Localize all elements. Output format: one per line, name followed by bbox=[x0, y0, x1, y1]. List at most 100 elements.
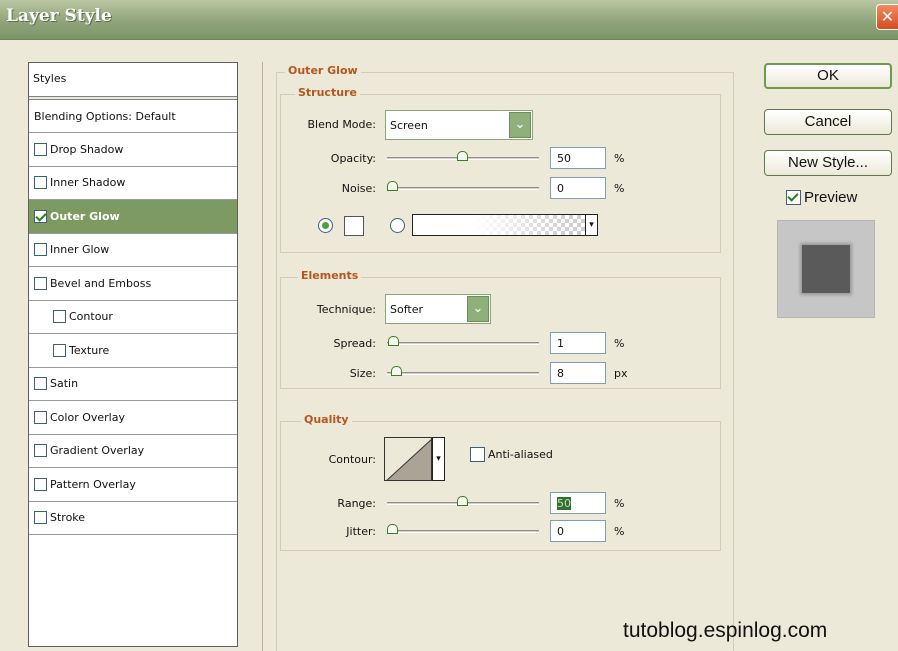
range-slider-thumb[interactable] bbox=[457, 496, 468, 506]
style-item-label: Contour bbox=[69, 310, 113, 324]
spread-value: 1 bbox=[557, 337, 564, 350]
solid-color-radio[interactable] bbox=[318, 218, 333, 233]
jitter-input[interactable]: 0 bbox=[550, 520, 606, 542]
style-item-label: Stroke bbox=[50, 511, 86, 525]
spread-slider-thumb[interactable] bbox=[388, 336, 400, 346]
spread-unit: % bbox=[614, 337, 625, 350]
style-item-label: Bevel and Emboss bbox=[50, 276, 152, 290]
size-slider-track[interactable] bbox=[387, 372, 539, 375]
size-unit: px bbox=[614, 367, 628, 380]
blending-options-item[interactable]: Blending Options: Default bbox=[29, 100, 237, 133]
style-item-contour[interactable]: Contour bbox=[29, 301, 237, 334]
jitter-slider-track[interactable] bbox=[387, 530, 539, 533]
glow-gradient-swatch[interactable] bbox=[412, 214, 586, 236]
noise-input[interactable]: 0 bbox=[550, 177, 606, 199]
size-label: Size: bbox=[349, 367, 376, 380]
opacity-unit: % bbox=[614, 152, 625, 165]
style-items-list: Drop Shadow Inner Shadow Outer Glow Inner G… bbox=[29, 133, 237, 535]
noise-slider-track[interactable] bbox=[387, 187, 539, 190]
noise-unit: % bbox=[614, 182, 625, 195]
range-input[interactable]: 50 bbox=[550, 492, 606, 514]
style-item-inner-glow[interactable]: Inner Glow bbox=[29, 234, 237, 267]
contour-dropdown-icon[interactable]: ▾ bbox=[432, 437, 445, 481]
preview-checkbox[interactable] bbox=[786, 190, 801, 205]
panel-divider bbox=[262, 62, 263, 651]
jitter-slider-thumb[interactable] bbox=[387, 524, 398, 534]
style-item-bevel-and-emboss[interactable]: Bevel and Emboss bbox=[29, 267, 237, 301]
style-item-color-overlay[interactable]: Color Overlay bbox=[29, 401, 237, 435]
style-checkbox[interactable] bbox=[34, 243, 47, 257]
anti-aliased-label: Anti-aliased bbox=[488, 448, 553, 461]
style-checkbox[interactable] bbox=[34, 511, 47, 525]
spread-label: Spread: bbox=[333, 337, 376, 350]
title-bar[interactable]: Layer Style ✕ bbox=[0, 0, 898, 40]
spread-slider-track[interactable] bbox=[387, 342, 539, 345]
style-item-texture[interactable]: Texture bbox=[29, 334, 237, 368]
style-item-label: Color Overlay bbox=[50, 410, 125, 424]
elements-title: Elements bbox=[298, 269, 362, 282]
noise-value: 0 bbox=[557, 182, 564, 195]
new-style-button[interactable]: New Style... bbox=[764, 150, 892, 176]
preview-label: Preview bbox=[804, 189, 858, 206]
style-item-stroke[interactable]: Stroke bbox=[29, 502, 237, 535]
anti-aliased-option[interactable]: Anti-aliased bbox=[470, 447, 553, 462]
style-checkbox[interactable] bbox=[53, 310, 66, 324]
style-checkbox[interactable] bbox=[34, 410, 47, 424]
blend-mode-label: Blend Mode: bbox=[307, 118, 377, 131]
technique-label: Technique: bbox=[316, 303, 376, 316]
outer-glow-title: Outer Glow bbox=[285, 64, 361, 77]
quality-title: Quality bbox=[301, 413, 352, 426]
contour-curve-icon bbox=[386, 439, 431, 480]
styles-header[interactable]: Styles bbox=[29, 63, 237, 97]
style-checkbox[interactable] bbox=[34, 377, 47, 391]
size-value: 8 bbox=[557, 367, 564, 380]
style-item-label: Inner Shadow bbox=[50, 176, 126, 190]
jitter-unit: % bbox=[614, 525, 625, 538]
chevron-down-icon[interactable]: ⌄ bbox=[509, 112, 531, 138]
window-title: Layer Style bbox=[6, 6, 112, 26]
style-item-gradient-overlay[interactable]: Gradient Overlay bbox=[29, 435, 237, 468]
preview-square bbox=[802, 245, 850, 293]
style-item-drop-shadow[interactable]: Drop Shadow bbox=[29, 133, 237, 167]
opacity-label: Opacity: bbox=[330, 152, 376, 165]
style-item-label: Texture bbox=[69, 343, 110, 357]
contour-preview[interactable] bbox=[384, 437, 432, 481]
gradient-dropdown-icon[interactable]: ▾ bbox=[585, 214, 598, 236]
technique-select[interactable]: Softer ⌄ bbox=[385, 294, 491, 324]
style-checkbox[interactable] bbox=[34, 444, 47, 458]
style-item-label: Inner Glow bbox=[50, 243, 110, 257]
size-input[interactable]: 8 bbox=[550, 362, 606, 384]
style-checkbox[interactable] bbox=[34, 209, 47, 223]
style-checkbox[interactable] bbox=[34, 276, 47, 290]
noise-slider-thumb[interactable] bbox=[387, 181, 398, 191]
size-slider-thumb[interactable] bbox=[391, 366, 403, 376]
technique-value: Softer bbox=[390, 303, 423, 316]
opacity-slider-thumb[interactable] bbox=[457, 151, 468, 161]
style-item-label: Drop Shadow bbox=[50, 142, 124, 156]
gradient-radio[interactable] bbox=[390, 218, 405, 233]
cancel-button[interactable]: Cancel bbox=[764, 109, 892, 135]
contour-label: Contour: bbox=[328, 453, 376, 466]
style-item-label: Gradient Overlay bbox=[50, 444, 145, 458]
close-icon[interactable]: ✕ bbox=[876, 4, 898, 30]
style-item-pattern-overlay[interactable]: Pattern Overlay bbox=[29, 468, 237, 502]
structure-title: Structure bbox=[295, 86, 360, 99]
style-checkbox[interactable] bbox=[34, 477, 47, 491]
ok-button[interactable]: OK bbox=[764, 63, 892, 89]
style-item-label: Satin bbox=[50, 377, 79, 391]
anti-aliased-checkbox[interactable] bbox=[470, 447, 485, 462]
style-checkbox[interactable] bbox=[34, 176, 47, 190]
opacity-input[interactable]: 50 bbox=[550, 147, 606, 169]
style-item-label: Outer Glow bbox=[50, 209, 120, 223]
spread-input[interactable]: 1 bbox=[550, 332, 606, 354]
glow-color-swatch[interactable] bbox=[344, 216, 364, 236]
chevron-down-icon[interactable]: ⌄ bbox=[467, 296, 489, 322]
blend-mode-select[interactable]: Screen ⌄ bbox=[385, 110, 533, 140]
style-item-inner-shadow[interactable]: Inner Shadow bbox=[29, 167, 237, 200]
preview-option[interactable]: Preview bbox=[786, 189, 857, 206]
style-item-outer-glow[interactable]: Outer Glow bbox=[29, 200, 237, 234]
style-item-satin[interactable]: Satin bbox=[29, 368, 237, 401]
style-checkbox[interactable] bbox=[34, 142, 47, 156]
style-checkbox[interactable] bbox=[53, 343, 66, 357]
style-preview-thumbnail bbox=[777, 220, 875, 318]
